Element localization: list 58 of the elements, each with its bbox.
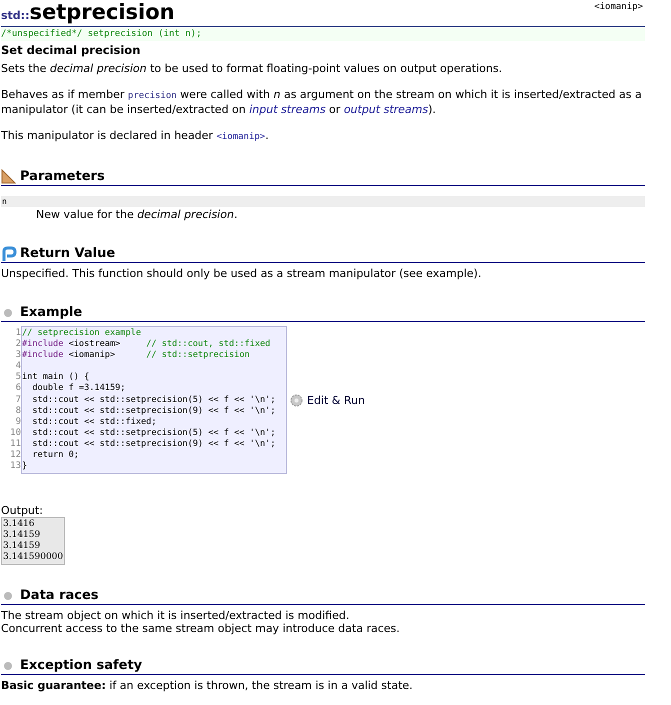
line-number: 2: [14, 339, 21, 350]
description-text: Behaves as if member precision were called with n as argument on the stream on which it is inserted/extracted as a manipulator (it can be inserted/extracted on input streams or output streams).: [1, 88, 643, 116]
section-text: Concurrent access to the same stream object may introduce data races.: [1, 622, 401, 636]
code-line: std::cout << std::setprecision(5) << f << '\n';: [31, 428, 277, 439]
output-line: 3.14159: [3, 541, 42, 552]
section-heading: Example: [20, 305, 82, 320]
line-number: 5: [14, 372, 21, 383]
code-line: double f =3.14159;: [31, 383, 126, 395]
bullet-icon: [4, 592, 12, 600]
parameter-description: New value for the decimal precision.: [35, 208, 238, 221]
line-number: 4: [14, 361, 21, 372]
output-label: Output:: [1, 504, 44, 518]
output-line: 3.1416: [3, 519, 36, 530]
output-line: 3.14159: [3, 530, 42, 541]
code-line: }: [22, 461, 28, 472]
edit-run-link[interactable]: Edit & Run: [290, 394, 365, 407]
section-text: Basic guarantee: if an exception is thrown, the stream is in a valid state.: [1, 679, 414, 692]
section-heading: Data races: [20, 588, 99, 604]
code-line: std::cout << std::fixed;: [31, 416, 158, 428]
prototype-code: /*unspecified*/ setprecision (int n);: [1, 27, 645, 41]
header-file-label: <iomanip>: [594, 2, 643, 12]
code-line: int main () {: [22, 372, 90, 383]
section-text: Unspecified. This function should only be used as a stream manipulator (see example).: [1, 267, 482, 280]
line-number: 9: [14, 416, 21, 428]
link[interactable]: <iomanip>: [216, 132, 266, 142]
link[interactable]: input streams: [249, 103, 326, 116]
description-text: Sets the decimal precision to be used to format floating-point values on output operations.: [1, 62, 504, 75]
ruler-icon: [1, 168, 17, 184]
code-line: std::cout << std::setprecision(9) << f << '\n';: [31, 438, 277, 450]
code-line: std::cout << std::setprecision(5) << f << '\n';: [31, 394, 277, 406]
description-text: This manipulator is declared in header <iomanip>.: [1, 129, 270, 144]
summary-heading: Set decimal precision: [1, 43, 142, 58]
section-heading: Exception safety: [20, 658, 142, 674]
line-number: 7: [14, 394, 21, 406]
code-line: std::cout << std::setprecision(9) << f << '\n';: [31, 406, 277, 417]
parameter-name-row: n: [1, 196, 645, 207]
namespace-label: std::: [1, 9, 30, 22]
line-number: 12: [9, 450, 21, 461]
code-line: // setprecision example: [22, 328, 142, 339]
page-title: setprecision: [29, 0, 175, 24]
line-number: 3: [14, 350, 21, 362]
output-line: 3.141590000: [3, 552, 64, 564]
gear-icon: [290, 394, 303, 407]
line-number: 8: [14, 406, 21, 417]
line-number: 11: [9, 438, 21, 450]
line-number: 10: [9, 428, 21, 439]
line-number: 1: [14, 328, 21, 339]
code-line: return 0;: [31, 450, 80, 462]
link[interactable]: output streams: [344, 103, 428, 116]
code-line: #include <iostream> // std::cout, std::fixed: [22, 339, 272, 350]
bullet-icon: [4, 308, 12, 316]
section-heading: Return Value: [20, 246, 116, 261]
section-text: The stream object on which it is inserted/extracted is modified.: [1, 609, 350, 622]
section-heading: Parameters: [20, 169, 105, 184]
line-number: 6: [14, 383, 21, 395]
line-number: 13: [9, 461, 21, 472]
bullet-icon: [4, 662, 12, 670]
code-line: #include <iomanip> // std::setprecision: [22, 350, 251, 362]
